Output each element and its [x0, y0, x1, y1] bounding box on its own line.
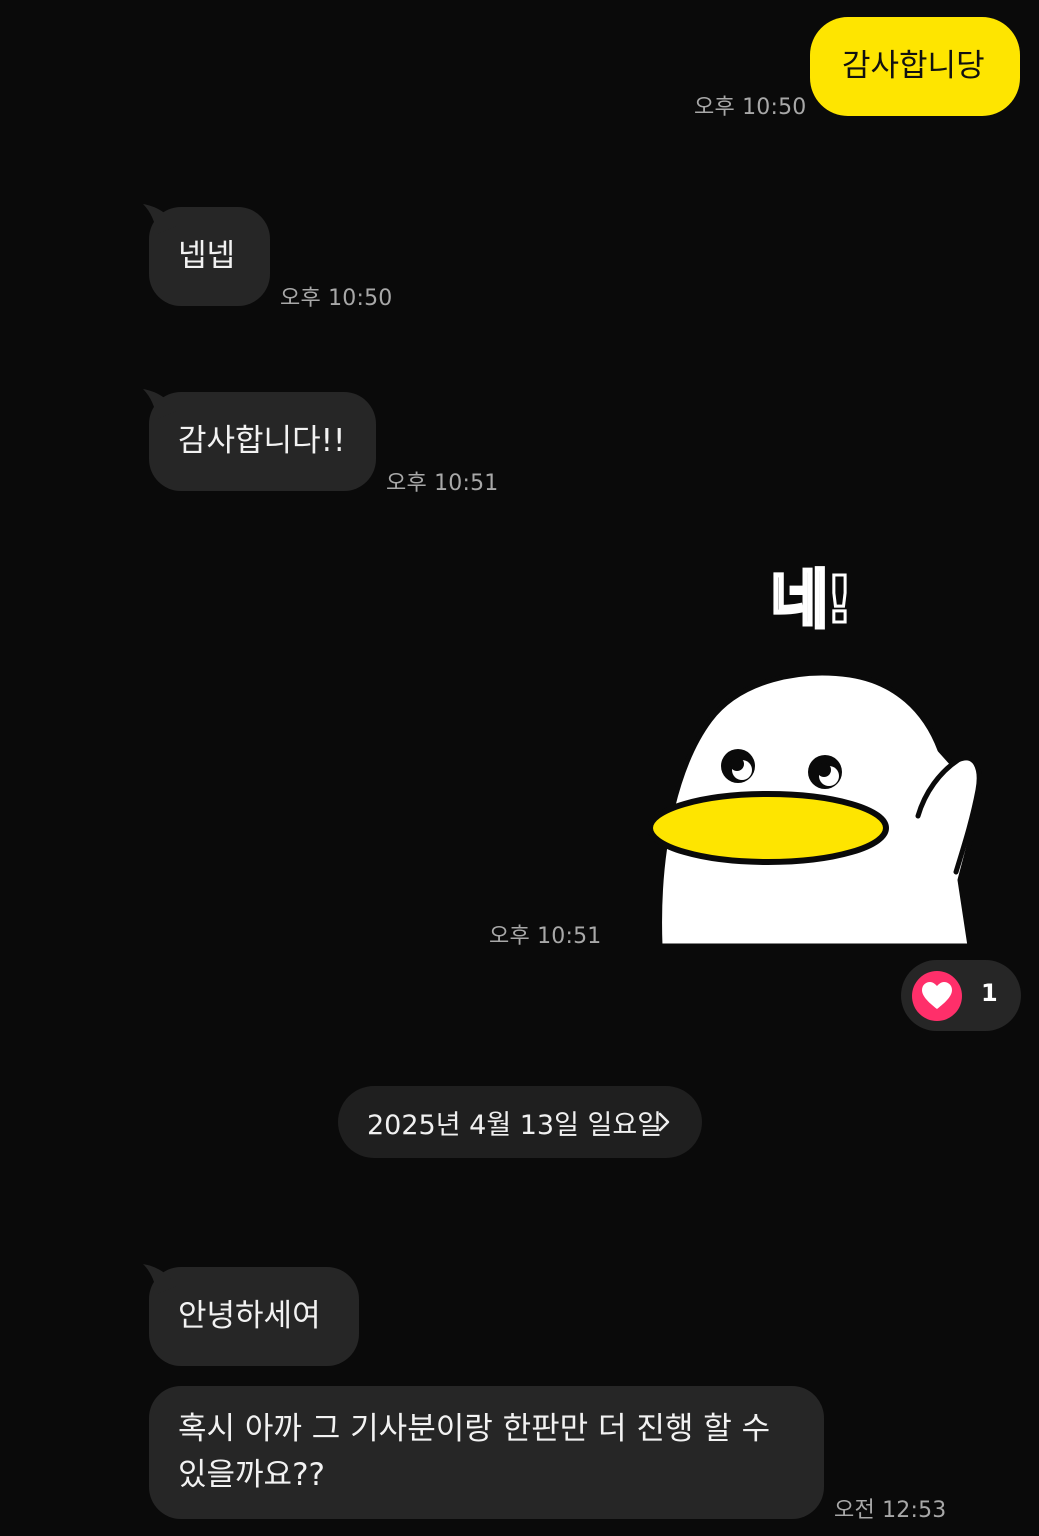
bubble-tail: [143, 204, 177, 234]
chevron-right-icon: [658, 1112, 670, 1132]
heart-icon: [912, 971, 962, 1021]
sticker-text: 네!: [770, 564, 850, 638]
incoming-message-bubble[interactable]: 감사합니다!!: [143, 389, 376, 491]
message-timestamp: 오후 10:50: [694, 95, 807, 120]
message-text: 감사합니다!!: [178, 423, 346, 459]
message-timestamp: 오후 10:51: [489, 924, 602, 949]
message-text: 안녕하세여: [178, 1298, 321, 1334]
reaction-count: 1: [981, 979, 998, 1007]
white-duck-waving-sticker[interactable]: 네!: [640, 560, 990, 960]
bubble-tail: [143, 389, 177, 419]
message-text: 넵넵: [178, 238, 236, 274]
reaction-badge[interactable]: 1: [901, 960, 1021, 1031]
date-divider-label: 2025년 4월 13일 일요일: [367, 1110, 663, 1141]
incoming-message-bubble[interactable]: 넵넵: [143, 204, 270, 306]
message-timestamp: 오전 12:53: [834, 1498, 947, 1523]
outgoing-message-bubble[interactable]: 감사합니당: [810, 17, 1020, 116]
message-text: 혹시 아까 그 기사분이랑 한판만 더 진행 할 수 있을까요??: [178, 1411, 771, 1493]
bubble-tail: [143, 1264, 177, 1294]
message-timestamp: 오후 10:50: [280, 286, 393, 311]
incoming-message-bubble[interactable]: 안녕하세여: [143, 1264, 359, 1366]
duck-sticker-graphic: 네!: [647, 563, 983, 949]
incoming-message-bubble[interactable]: 혹시 아까 그 기사분이랑 한판만 더 진행 할 수 있을까요??: [149, 1386, 824, 1519]
date-divider[interactable]: 2025년 4월 13일 일요일: [338, 1086, 702, 1158]
message-text: 감사합니당: [842, 48, 985, 84]
message-timestamp: 오후 10:51: [386, 471, 499, 496]
